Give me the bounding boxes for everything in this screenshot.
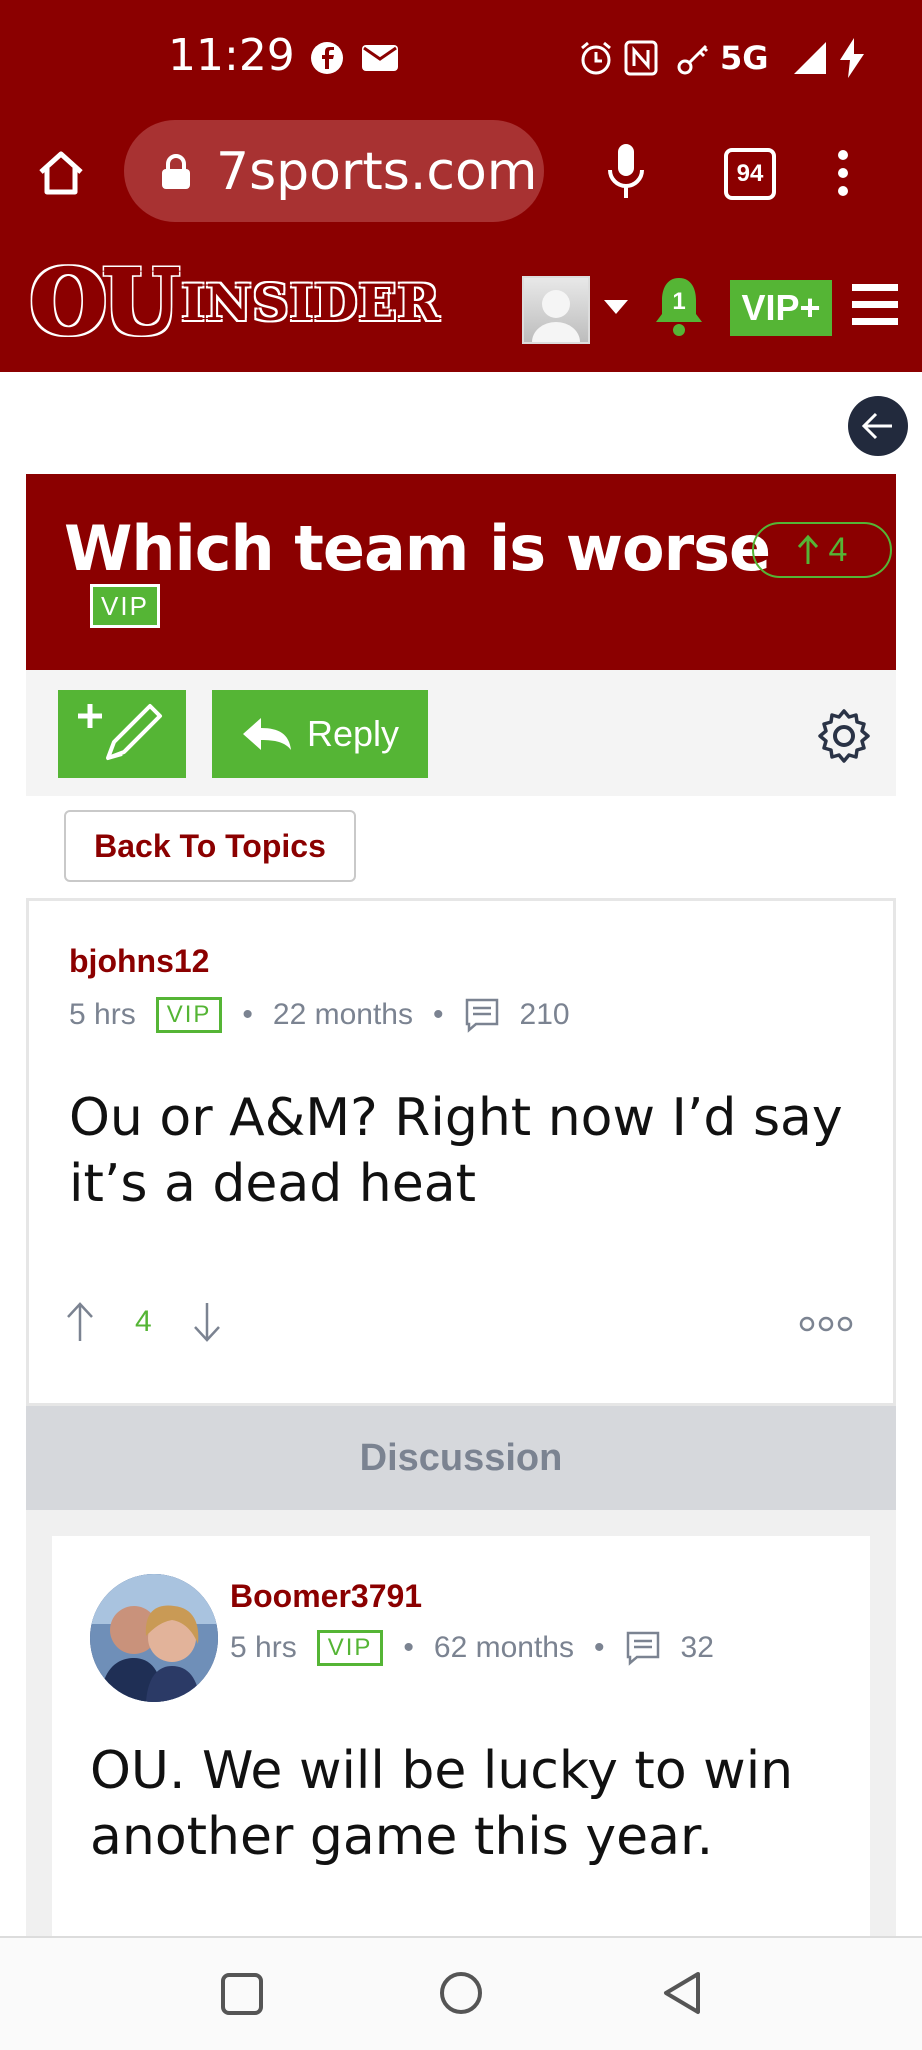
more-menu-icon[interactable] xyxy=(836,148,850,203)
upvote-arrow-icon[interactable] xyxy=(65,1301,95,1343)
discussion-header: Discussion xyxy=(26,1406,896,1510)
status-time: 11:29 xyxy=(168,30,295,81)
url-text: 7sports.com xyxy=(216,142,538,202)
microphone-icon[interactable] xyxy=(604,142,648,207)
logo-insider: INSIDER xyxy=(181,272,441,332)
reply-button-label: Reply xyxy=(306,713,400,754)
separator-dot: • xyxy=(242,998,253,1031)
reply-meta: 5 hrs VIP • 62 months • 32 xyxy=(230,1630,714,1666)
more-options-icon[interactable] xyxy=(799,1315,853,1338)
arrow-left-icon xyxy=(861,412,892,440)
post-body: Ou or A&M? Right now I’d say it’s a dead… xyxy=(69,1088,843,1214)
reply-member-duration: 62 months xyxy=(433,1631,574,1664)
signal-icon xyxy=(792,38,828,78)
nfc-icon xyxy=(624,38,658,78)
home-icon[interactable] xyxy=(36,148,86,203)
key-icon xyxy=(676,38,712,78)
chevron-down-icon[interactable] xyxy=(604,300,628,319)
topic-header: Which team is worse 4 VIP xyxy=(26,474,896,670)
post-vip-badge: VIP xyxy=(155,997,223,1033)
status-bar: 11:29 5G xyxy=(0,0,922,120)
url-field[interactable]: 7sports.com xyxy=(124,120,544,222)
reply-avatar[interactable] xyxy=(90,1574,218,1702)
vip-plus-button[interactable]: VIP+ xyxy=(730,280,832,336)
post-member-duration: 22 months xyxy=(272,998,413,1031)
comment-icon xyxy=(626,1631,659,1666)
notification-button[interactable]: 1 xyxy=(652,274,706,338)
site-header: OU INSIDER 1 VIP+ xyxy=(0,249,922,372)
reply-post-count: 32 xyxy=(680,1631,714,1664)
reply-author[interactable]: Boomer3791 xyxy=(230,1578,422,1615)
back-to-topics-button[interactable]: Back To Topics xyxy=(64,810,356,882)
post-meta: 5 hrs VIP • 22 months • 210 xyxy=(69,997,570,1033)
post-age: 5 hrs xyxy=(69,998,136,1031)
separator-dot: • xyxy=(403,1631,414,1664)
edit-plus-icon xyxy=(78,704,162,760)
system-nav-bar xyxy=(0,1936,922,2050)
user-avatar[interactable] xyxy=(522,276,590,344)
post-count: 210 xyxy=(519,998,570,1031)
reply-icon xyxy=(242,718,291,750)
arrow-up-icon xyxy=(797,534,818,564)
reply-button[interactable]: Reply xyxy=(212,690,428,778)
topic-title: Which team is worse xyxy=(64,512,771,585)
topic-vote-count: 4 xyxy=(828,530,848,569)
topic-vote-badge[interactable]: 4 xyxy=(752,522,892,578)
reply-age: 5 hrs xyxy=(230,1631,297,1664)
reply-body: OU. We will be lucky to win another game… xyxy=(90,1741,794,1867)
facebook-icon xyxy=(310,38,344,78)
home-circle-icon[interactable] xyxy=(438,1970,484,2021)
new-post-button[interactable] xyxy=(58,690,186,778)
lock-icon xyxy=(160,154,192,195)
tab-switcher-button[interactable]: 94 xyxy=(724,148,776,200)
post-vote-controls: 4 xyxy=(65,1301,222,1343)
charging-icon xyxy=(838,38,866,78)
back-circle-button[interactable] xyxy=(848,396,908,456)
separator-dot: • xyxy=(433,998,444,1031)
post-author[interactable]: bjohns12 xyxy=(69,943,209,980)
downvote-arrow-icon[interactable] xyxy=(192,1301,222,1343)
original-post: bjohns12 5 hrs VIP • 22 months • 210 Ou … xyxy=(26,898,896,1406)
post-score: 4 xyxy=(135,1305,152,1338)
topic-toolbar: Reply xyxy=(26,670,896,796)
settings-gear-icon[interactable] xyxy=(816,708,872,769)
comment-icon xyxy=(465,998,498,1033)
mail-icon xyxy=(362,38,398,78)
site-logo[interactable]: OU INSIDER xyxy=(28,249,441,356)
reply-vip-badge: VIP xyxy=(316,1630,384,1666)
back-triangle-icon[interactable] xyxy=(660,1970,704,2021)
separator-dot: • xyxy=(594,1631,605,1664)
alarm-icon xyxy=(578,38,614,78)
logo-ou: OU xyxy=(28,249,180,356)
reply-post: Boomer3791 5 hrs VIP • 62 months • 32 OU… xyxy=(52,1536,870,1936)
recent-apps-icon[interactable] xyxy=(220,1972,264,2021)
notification-count: 1 xyxy=(672,288,686,315)
network-label: 5G xyxy=(720,39,769,77)
tab-count: 94 xyxy=(736,160,764,187)
hamburger-menu-icon[interactable] xyxy=(852,284,898,331)
topic-vip-tag: VIP xyxy=(90,584,160,628)
browser-toolbar: 7sports.com 94 xyxy=(0,120,922,250)
